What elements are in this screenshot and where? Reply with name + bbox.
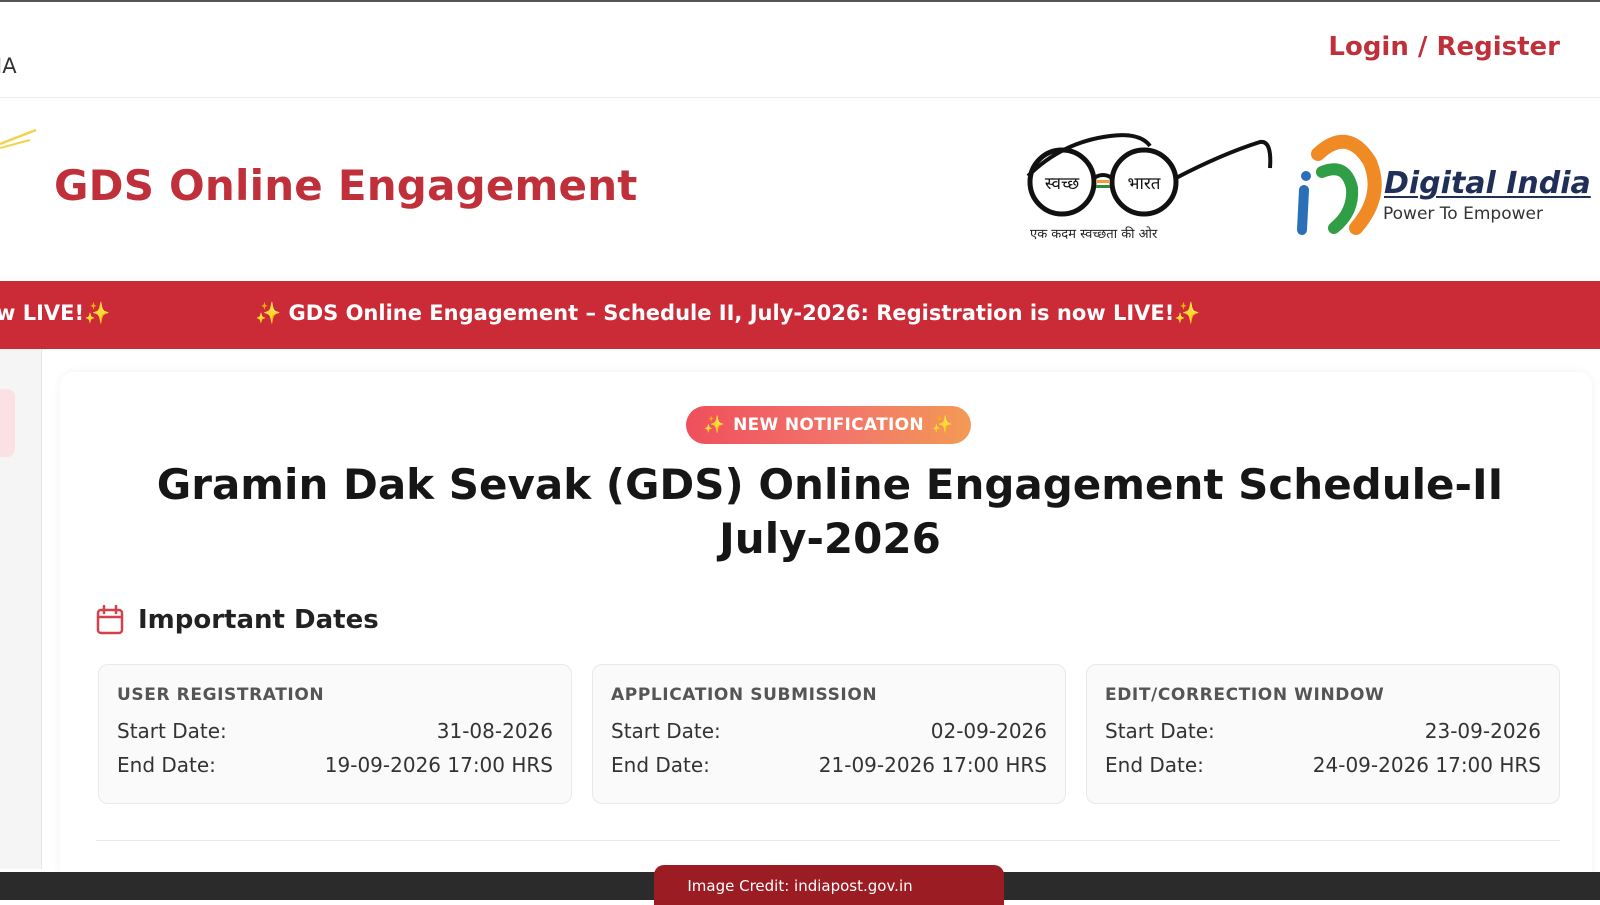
end-date-label: End Date:	[117, 753, 216, 777]
ticker-message: GDS Online Engagement – Schedule II, Jul…	[288, 301, 1175, 325]
title-line-2: July-2026	[719, 514, 941, 563]
top-utility-bar: IA Login / Register	[0, 2, 1600, 98]
notification-title: Gramin Dak Sevak (GDS) Online Engagement…	[120, 458, 1540, 566]
start-date-row: Start Date: 31-08-2026	[117, 719, 553, 743]
digital-india-logo-icon	[1297, 134, 1382, 235]
sparkle-icon: ✨	[1174, 301, 1201, 325]
sparkle-icon: ✨	[255, 301, 282, 325]
sidebar-tab[interactable]	[0, 389, 15, 457]
start-date-row: Start Date: 23-09-2026	[1105, 719, 1541, 743]
swachh-left-text: स्वच्छ	[1045, 174, 1080, 194]
end-date-value: 19-09-2026 17:00 HRS	[324, 753, 553, 777]
login-register-link[interactable]: Login / Register	[1328, 32, 1560, 62]
important-dates-heading: Important Dates	[96, 605, 379, 635]
end-date-label: End Date:	[611, 753, 710, 777]
end-date-row: End Date: 24-09-2026 17:00 HRS	[1105, 753, 1541, 777]
digital-india-title: Digital India	[1384, 166, 1591, 201]
start-date-value: 02-09-2026	[930, 719, 1047, 743]
swachh-caption: एक कदम स्वच्छता की ओर	[1030, 227, 1158, 242]
start-date-row: Start Date: 02-09-2026	[611, 719, 1047, 743]
end-date-label: End Date:	[1105, 753, 1204, 777]
start-date-label: Start Date:	[117, 719, 227, 743]
image-credit: Image Credit: indiapost.gov.in	[687, 877, 913, 895]
section-title: Important Dates	[138, 605, 379, 635]
emblem-rays-icon	[0, 128, 37, 149]
end-date-row: End Date: 21-09-2026 17:00 HRS	[611, 753, 1047, 777]
end-date-row: End Date: 19-09-2026 17:00 HRS	[117, 753, 553, 777]
start-date-label: Start Date:	[1105, 719, 1215, 743]
site-title[interactable]: GDS Online Engagement	[54, 161, 638, 210]
sparkle-icon: ✨	[931, 415, 954, 435]
language-label[interactable]: IA	[0, 54, 17, 78]
left-sidebar	[0, 349, 42, 869]
date-card-title: USER REGISTRATION	[117, 685, 325, 705]
sparkle-icon: ✨	[84, 301, 111, 325]
ticker-item-fragment[interactable]: w LIVE!✨	[0, 301, 110, 326]
swachh-right-text: भारत	[1128, 174, 1161, 194]
ticker-item[interactable]: ✨ GDS Online Engagement – Schedule II, J…	[255, 301, 1200, 326]
calendar-icon	[96, 605, 124, 635]
date-card-edit-correction-window: EDIT/CORRECTION WINDOW Start Date: 23-09…	[1086, 664, 1560, 804]
date-card-title: APPLICATION SUBMISSION	[611, 685, 878, 705]
end-date-value: 21-09-2026 17:00 HRS	[818, 753, 1047, 777]
start-date-value: 31-08-2026	[436, 719, 553, 743]
start-date-value: 23-09-2026	[1424, 719, 1541, 743]
announcement-ticker[interactable]: w LIVE!✨ ✨ GDS Online Engagement – Sched…	[0, 281, 1600, 349]
sparkle-icon: ✨	[703, 415, 726, 435]
start-date-label: Start Date:	[611, 719, 721, 743]
date-card-application-submission: APPLICATION SUBMISSION Start Date: 02-09…	[592, 664, 1066, 804]
date-card-user-registration: USER REGISTRATION Start Date: 31-08-2026…	[98, 664, 572, 804]
date-card-title: EDIT/CORRECTION WINDOW	[1105, 685, 1385, 705]
end-date-value: 24-09-2026 17:00 HRS	[1312, 753, 1541, 777]
badge-label: NEW NOTIFICATION	[733, 415, 924, 435]
new-notification-badge: ✨ NEW NOTIFICATION ✨	[686, 406, 971, 444]
digital-india-tagline: Power To Empower	[1383, 204, 1543, 224]
section-divider	[96, 840, 1560, 841]
title-line-1: Gramin Dak Sevak (GDS) Online Engagement…	[156, 460, 1504, 509]
